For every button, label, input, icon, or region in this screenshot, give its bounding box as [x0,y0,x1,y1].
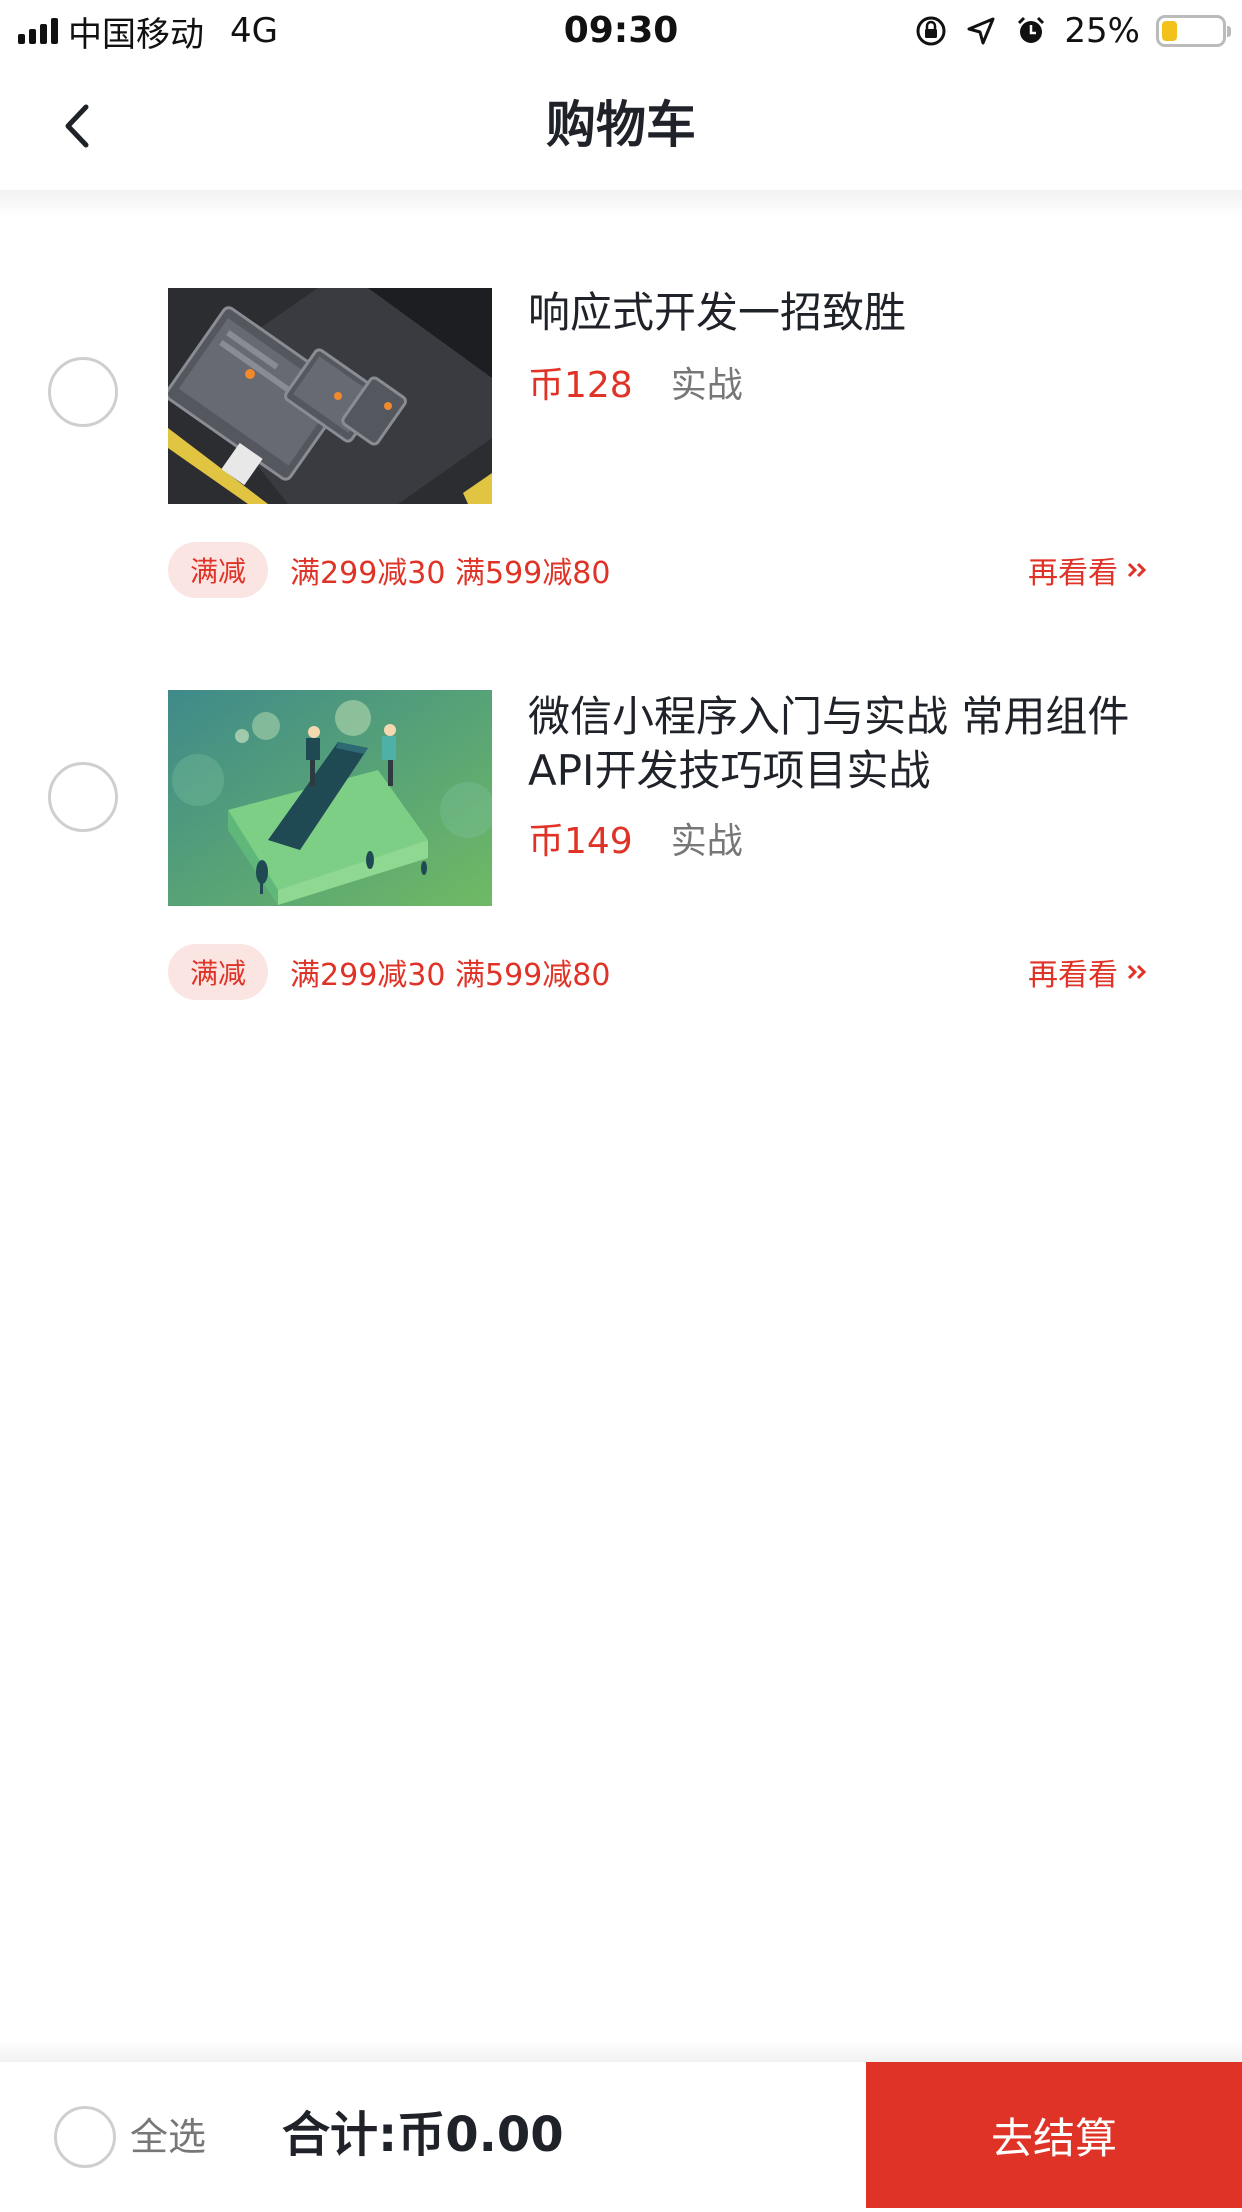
alarm-icon [1014,14,1048,48]
select-all-label[interactable]: 全选 [130,2062,206,2212]
battery-icon [1156,15,1231,47]
promo-text: 满299减30 满599减80 [290,958,611,993]
item-tag: 实战 [670,365,743,406]
item-tag: 实战 [670,821,743,862]
item-title[interactable]: 响应式开发一招致胜 [528,286,1188,340]
item-checkbox[interactable] [48,357,118,427]
course-thumbnail[interactable] [168,690,492,906]
status-right: 25% [914,6,1231,56]
price-row: 币128 实战 [528,356,743,408]
nav-shadow [0,190,1242,218]
total-amount: 合计:币0.00 [282,2107,564,2163]
cart-item: 响应式开发一招致胜 币128 实战 满减 满299减30 满599减80 再看看 [0,270,1242,610]
item-checkbox[interactable] [48,762,118,832]
battery-level [1162,21,1177,41]
double-chevron-right-icon [1127,964,1147,980]
see-again-label: 再看看 [1028,556,1118,591]
cart-item: 微信小程序入门与实战 常用组件API开发技巧项目实战 币149 实战 满减 满2… [0,672,1242,1012]
chevron-left-icon [65,104,89,148]
checkout-button[interactable]: 去结算 [866,2062,1242,2208]
promo-row: 满减 满299减30 满599减80 再看看 [168,542,1168,598]
item-price: 币128 [528,365,633,406]
page-title: 购物车 [546,96,696,154]
item-price: 币149 [528,821,633,862]
double-chevron-right-icon [1127,562,1147,578]
course-thumbnail[interactable] [168,288,492,504]
promo-text: 满299减30 满599减80 [290,556,611,591]
battery-percent: 25% [1064,11,1140,51]
promo-badge: 满减 [168,944,269,1000]
item-title[interactable]: 微信小程序入门与实战 常用组件API开发技巧项目实战 [528,690,1188,798]
see-again-label: 再看看 [1028,958,1118,993]
select-all-checkbox[interactable] [54,2106,116,2168]
orientation-lock-icon [914,14,948,48]
promo-row: 满减 满299减30 满599减80 再看看 [168,944,1168,1000]
promo-badge: 满减 [168,542,269,598]
back-button[interactable] [48,96,108,156]
nav-bar: 购物车 [0,62,1242,190]
bottom-bar: 全选 合计:币0.00 去结算 [0,2062,1242,2208]
see-again-link[interactable]: 再看看 [1028,944,1148,1000]
location-icon [964,14,998,48]
bottom-shadow [0,2040,1242,2062]
price-row: 币149 实战 [528,812,743,864]
see-again-link[interactable]: 再看看 [1028,542,1148,598]
status-bar: 中国移动 4G 09:30 25% [0,0,1242,62]
